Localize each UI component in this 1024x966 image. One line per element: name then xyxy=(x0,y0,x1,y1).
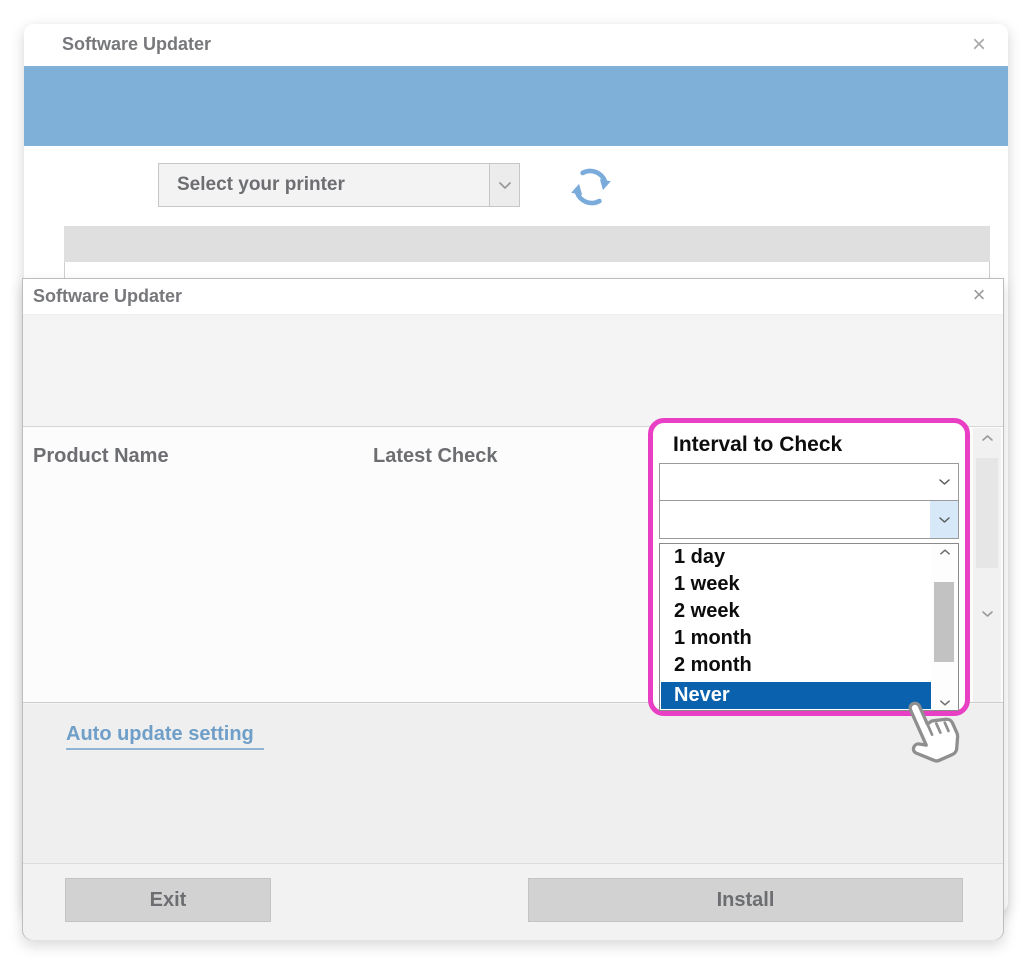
window-title: Software Updater xyxy=(33,286,182,307)
printer-select-dropdown[interactable]: Select your printer xyxy=(158,163,520,207)
chevron-up-icon[interactable] xyxy=(973,434,1001,442)
close-icon[interactable]: × xyxy=(966,32,992,58)
window-title: Software Updater xyxy=(62,34,211,55)
column-header-product-name: Product Name xyxy=(33,445,169,468)
close-icon[interactable]: × xyxy=(967,283,991,307)
list-item[interactable]: 2 week xyxy=(661,598,931,625)
interval-highlight-box: Interval to Check 1 day 1 week 2 week 1 … xyxy=(648,418,970,716)
list-item-selected[interactable]: Never xyxy=(661,682,931,709)
button-bar: Exit Install xyxy=(23,863,1003,940)
background-window-titlebar: Software Updater × xyxy=(24,24,1008,66)
interval-dropdown-open[interactable] xyxy=(659,500,959,539)
list-item[interactable]: 2 month xyxy=(661,652,931,679)
auto-update-setting-link[interactable]: Auto update setting xyxy=(66,723,264,750)
interval-option-list: 1 day 1 week 2 week 1 month 2 month Neve… xyxy=(659,543,959,711)
install-button[interactable]: Install xyxy=(528,878,963,922)
interval-dropdown-closed[interactable] xyxy=(659,463,959,501)
chevron-down-icon[interactable] xyxy=(489,164,519,206)
chevron-down-icon[interactable] xyxy=(930,501,958,538)
printer-select-value: Select your printer xyxy=(177,174,345,196)
exit-button[interactable]: Exit xyxy=(65,878,271,922)
front-window-titlebar: Software Updater × xyxy=(23,279,1003,315)
header-banner xyxy=(24,66,1008,146)
scrollbar-thumb[interactable] xyxy=(934,582,954,662)
chevron-down-icon[interactable] xyxy=(930,464,958,500)
list-item[interactable]: 1 day xyxy=(661,544,931,571)
chevron-up-icon[interactable] xyxy=(931,548,958,556)
settings-section: Auto update setting xyxy=(23,704,1003,863)
list-item[interactable]: 1 month xyxy=(661,625,931,652)
list-item[interactable]: 1 week xyxy=(661,571,931,598)
list-scrollbar[interactable] xyxy=(973,428,1001,702)
page: Software Updater × Select your printer S… xyxy=(0,0,1024,966)
column-header-latest-check: Latest Check xyxy=(373,445,498,468)
chevron-down-icon[interactable] xyxy=(973,610,1001,618)
column-header-interval-to-check: Interval to Check xyxy=(673,433,842,457)
background-list-header xyxy=(64,226,990,262)
refresh-icon[interactable] xyxy=(566,162,616,212)
scrollbar-thumb[interactable] xyxy=(976,458,998,568)
